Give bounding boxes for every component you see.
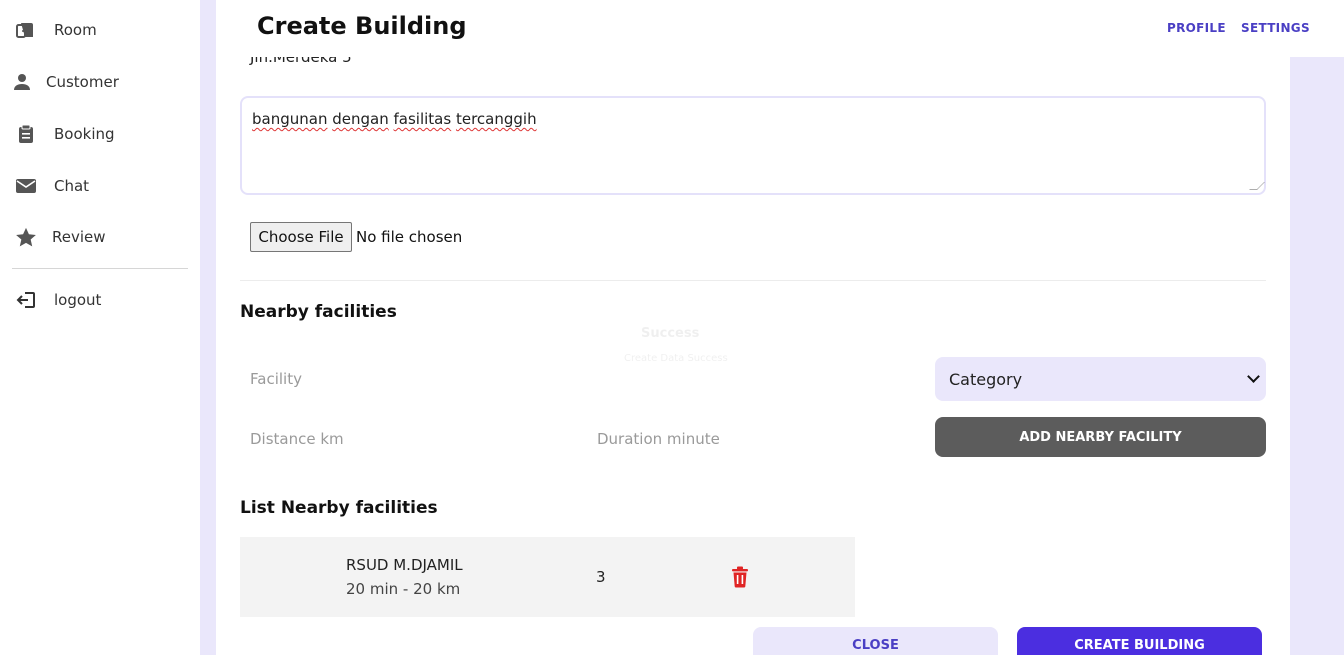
duration-input[interactable]: Duration minute: [597, 430, 720, 448]
sidebar-divider: [12, 268, 188, 269]
toast-title: Success: [641, 326, 700, 341]
description-word: dengan: [332, 110, 389, 128]
sidebar-item-customer[interactable]: Customer: [0, 62, 200, 102]
list-nearby-facilities-title: List Nearby facilities: [240, 498, 438, 518]
sidebar-item-room[interactable]: Room: [0, 10, 200, 50]
create-building-form: Jln.Merdeka 5 bangunan dengan fasilitas …: [216, 0, 1290, 655]
facility-category: 3: [596, 568, 606, 586]
file-status: No file chosen: [356, 228, 463, 246]
profile-link[interactable]: PROFILE: [1167, 21, 1226, 35]
clipboard-icon: [14, 122, 38, 146]
facility-input[interactable]: Facility: [250, 370, 302, 388]
category-select-value: Category: [949, 369, 1023, 389]
category-select[interactable]: Category: [935, 357, 1266, 401]
add-nearby-facility-button[interactable]: ADD NEARBY FACILITY: [935, 417, 1266, 457]
description-word: fasilitas: [393, 110, 452, 128]
page-right-margin: [1290, 57, 1344, 655]
page-title: Create Building: [257, 12, 467, 40]
toast-message: Create Data Success: [624, 353, 728, 364]
sidebar-item-label: Room: [54, 21, 97, 39]
settings-link[interactable]: SETTINGS: [1241, 21, 1310, 35]
sidebar-item-label: Customer: [46, 73, 119, 91]
sidebar-item-chat[interactable]: Chat: [0, 166, 200, 206]
trash-icon[interactable]: [731, 566, 751, 588]
chevron-down-icon: [1247, 370, 1260, 383]
sidebar-item-label: Booking: [54, 125, 115, 143]
list-item: RSUD M.DJAMIL 20 min - 20 km 3: [240, 537, 855, 617]
sidebar-item-label: Chat: [54, 177, 90, 195]
sidebar: Room Customer Booking Chat Review logout: [0, 0, 200, 655]
sidebar-gutter: [200, 0, 216, 655]
sidebar-item-booking[interactable]: Booking: [0, 114, 200, 154]
description-word: tercanggih: [455, 110, 537, 128]
close-button[interactable]: CLOSE: [753, 627, 998, 655]
envelope-icon: [14, 174, 38, 198]
header: Create Building PROFILE SETTINGS: [216, 0, 1344, 57]
create-building-button[interactable]: CREATE BUILDING: [1017, 627, 1262, 655]
star-icon: [14, 225, 38, 249]
sidebar-item-label: logout: [54, 291, 102, 309]
resize-handle[interactable]: [1249, 182, 1265, 190]
facility-meta: 20 min - 20 km: [346, 580, 461, 598]
nearby-facilities-title: Nearby facilities: [240, 302, 397, 322]
sidebar-item-label: Review: [52, 228, 106, 246]
description-textarea[interactable]: bangunan dengan fasilitas tercanggih: [240, 96, 1266, 195]
room-icon: [14, 18, 38, 42]
section-divider: [240, 280, 1266, 281]
sidebar-item-logout[interactable]: logout: [0, 280, 200, 320]
choose-file-button[interactable]: Choose File: [250, 222, 352, 252]
facility-name: RSUD M.DJAMIL: [346, 556, 463, 574]
distance-input[interactable]: Distance km: [250, 430, 344, 448]
description-word: bangunan: [252, 110, 328, 128]
sidebar-item-review[interactable]: Review: [0, 217, 200, 257]
logout-icon: [14, 288, 38, 312]
user-icon: [10, 70, 34, 94]
